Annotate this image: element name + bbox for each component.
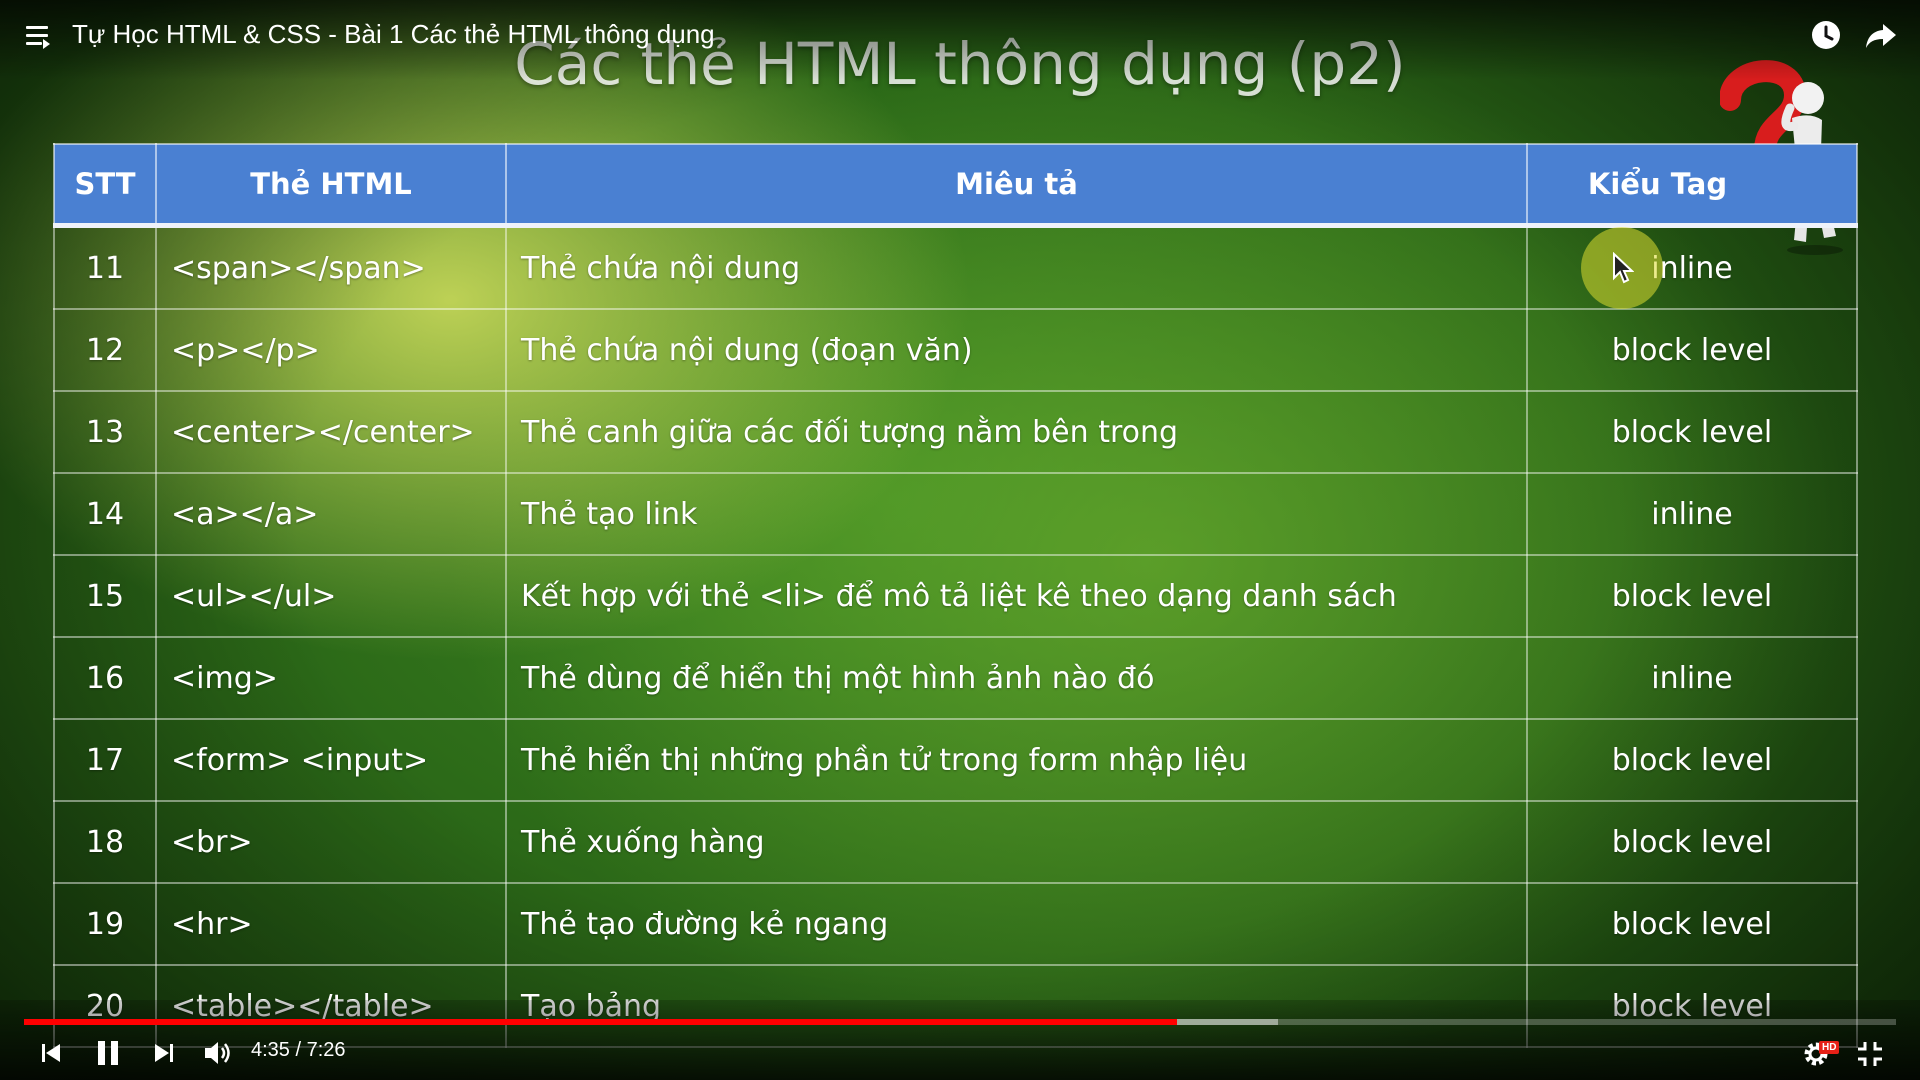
- row-description: Thẻ dùng để hiển thị một hình ảnh nào đó: [505, 636, 1528, 720]
- video-title[interactable]: Tự Học HTML & CSS - Bài 1 Các thẻ HTML t…: [72, 19, 715, 50]
- row-number: 13: [53, 390, 157, 474]
- table-row: 19 <hr> Thẻ tạo đường kẻ ngang block lev…: [53, 882, 1858, 966]
- skip-previous-icon[interactable]: [40, 1042, 62, 1064]
- table-row: 16 <img> Thẻ dùng để hiển thị một hình ả…: [53, 636, 1858, 720]
- row-description: Thẻ chứa nội dung: [505, 224, 1528, 310]
- clock-icon[interactable]: [1811, 20, 1841, 50]
- row-number: 11: [53, 224, 157, 310]
- played-progress: [24, 1019, 1178, 1025]
- pause-icon[interactable]: [96, 1040, 120, 1066]
- row-type: inline: [1526, 636, 1858, 720]
- row-type: block level: [1526, 882, 1858, 966]
- table-row: 18 <br> Thẻ xuống hàng block level: [53, 800, 1858, 884]
- row-description: Thẻ tạo link: [505, 472, 1528, 556]
- row-type: block level: [1526, 800, 1858, 884]
- row-description: Thẻ chứa nội dung (đoạn văn): [505, 308, 1528, 392]
- row-tag: <img>: [155, 636, 507, 720]
- row-description: Thẻ xuống hàng: [505, 800, 1528, 884]
- row-description: Thẻ tạo đường kẻ ngang: [505, 882, 1528, 966]
- time-display: 4:35 / 7:26: [251, 1039, 346, 1061]
- volume-icon[interactable]: [203, 1039, 233, 1067]
- column-header-tag: Thẻ HTML: [155, 143, 507, 228]
- row-type: block level: [1526, 390, 1858, 474]
- row-type: block level: [1526, 718, 1858, 802]
- table-row: 15 <ul></ul> Kết hợp với thẻ <li> để mô …: [53, 554, 1858, 638]
- column-header-stt: STT: [53, 143, 157, 228]
- row-tag: <a></a>: [155, 472, 507, 556]
- row-number: 17: [53, 718, 157, 802]
- row-number: 16: [53, 636, 157, 720]
- row-type: block level: [1526, 554, 1858, 638]
- table-row: 17 <form> <input> Thẻ hiển thị những phầ…: [53, 718, 1858, 802]
- row-description: Kết hợp với thẻ <li> để mô tả liệt kê th…: [505, 554, 1528, 638]
- row-description: Thẻ hiển thị những phần tử trong form nh…: [505, 718, 1528, 802]
- row-tag: <hr>: [155, 882, 507, 966]
- table-header-row: STT Thẻ HTML Miêu tả Kiểu Tag: [53, 143, 1858, 228]
- playlist-menu-icon[interactable]: [26, 26, 54, 50]
- exit-fullscreen-icon[interactable]: [1857, 1041, 1883, 1067]
- row-tag: <ul></ul>: [155, 554, 507, 638]
- progress-bar[interactable]: [24, 1019, 1896, 1025]
- row-number: 14: [53, 472, 157, 556]
- skip-next-icon[interactable]: [153, 1042, 175, 1064]
- table-row: 13 <center></center> Thẻ canh giữa các đ…: [53, 390, 1858, 474]
- table-row: 12 <p></p> Thẻ chứa nội dung (đoạn văn) …: [53, 308, 1858, 392]
- row-tag: <center></center>: [155, 390, 507, 474]
- column-header-type: Kiểu Tag: [1526, 143, 1858, 228]
- row-number: 12: [53, 308, 157, 392]
- row-type: inline: [1526, 224, 1858, 310]
- row-tag: <p></p>: [155, 308, 507, 392]
- row-tag: <span></span>: [155, 224, 507, 310]
- table-row: 14 <a></a> Thẻ tạo link inline: [53, 472, 1858, 556]
- mouse-pointer-icon: [1613, 252, 1634, 284]
- row-type: block level: [1526, 308, 1858, 392]
- hd-badge: HD: [1819, 1041, 1840, 1054]
- row-type: inline: [1526, 472, 1858, 556]
- share-arrow-icon[interactable]: [1865, 20, 1897, 50]
- row-description: Thẻ canh giữa các đối tượng nằm bên tron…: [505, 390, 1528, 474]
- row-tag: <br>: [155, 800, 507, 884]
- column-header-description: Miêu tả: [505, 143, 1528, 228]
- row-number: 15: [53, 554, 157, 638]
- row-number: 19: [53, 882, 157, 966]
- row-number: 18: [53, 800, 157, 884]
- row-tag: <form> <input>: [155, 718, 507, 802]
